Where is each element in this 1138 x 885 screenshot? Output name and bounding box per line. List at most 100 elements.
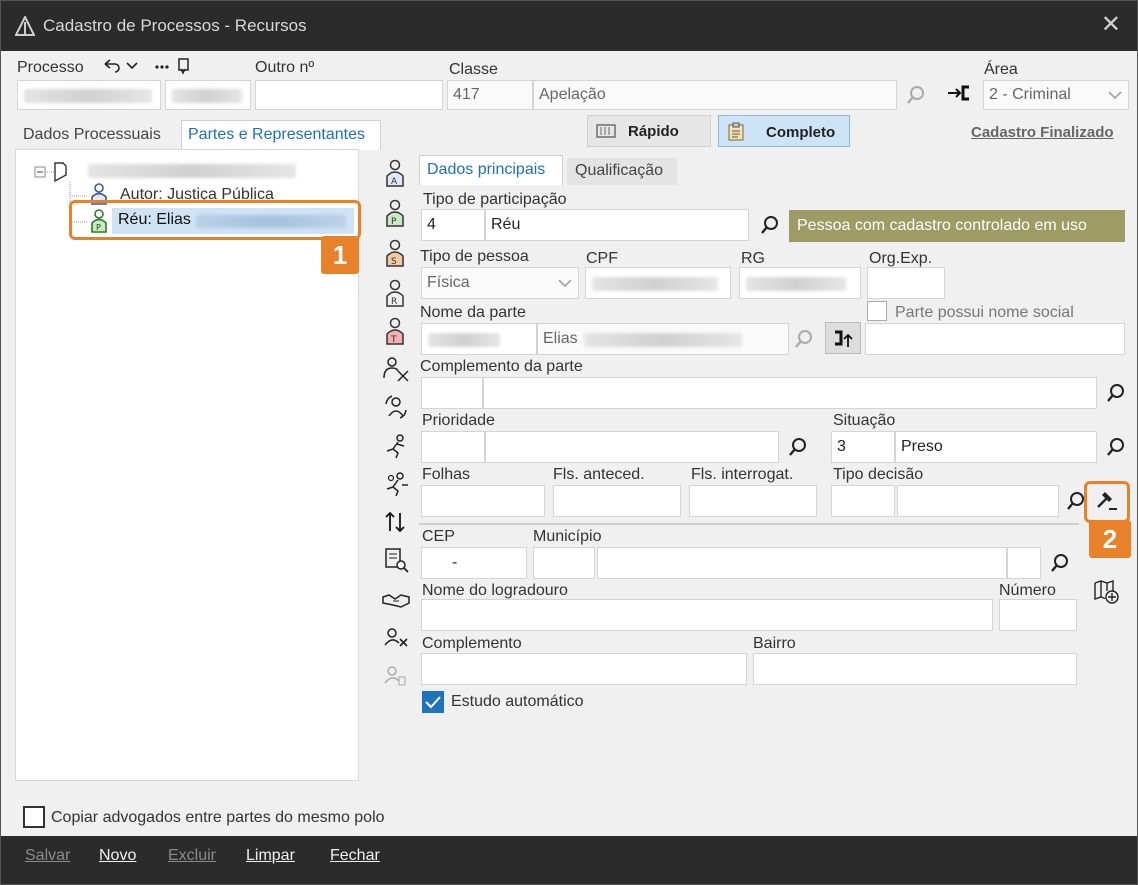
add-r-party-icon[interactable]: R: [384, 279, 406, 307]
tipo-participacao-search-icon[interactable]: [759, 214, 781, 236]
processo-suffix-field[interactable]: [165, 80, 251, 110]
subtab-qualificacao[interactable]: Qualificação: [567, 158, 677, 185]
handshake-icon[interactable]: [381, 589, 411, 611]
fls-interrog-field[interactable]: [689, 485, 817, 517]
fls-interrog-label: Fls. interrogat.: [691, 466, 794, 483]
footer-toolbar: Salvar Novo Excluir Limpar Fechar: [1, 836, 1137, 884]
complemento-parte-search-icon[interactable]: [1105, 382, 1127, 404]
classe-code-field[interactable]: 417: [447, 80, 533, 110]
nome-parte-search-icon[interactable]: [793, 328, 815, 350]
window-title: Cadastro de Processos - Recursos: [43, 16, 307, 35]
complemento-parte-label: Complemento da parte: [420, 358, 583, 375]
tab-dados-processuais[interactable]: Dados Processuais: [23, 126, 161, 144]
numero-field[interactable]: [999, 599, 1077, 631]
nome-parte-label: Nome da parte: [420, 304, 526, 321]
form-icon: [728, 122, 744, 141]
close-icon[interactable]: ✕: [1101, 13, 1121, 37]
subtab-dados-principais[interactable]: Dados principais: [419, 155, 563, 185]
situacao-value[interactable]: Preso: [895, 431, 1097, 463]
bairro-field[interactable]: [753, 653, 1077, 685]
tipo-decisao-label: Tipo decisão: [833, 466, 924, 483]
cpf-field[interactable]: [585, 267, 731, 299]
swap-party-icon[interactable]: [382, 394, 410, 420]
classe-name-field[interactable]: Apelação: [533, 80, 897, 110]
svg-text:A: A: [391, 177, 398, 187]
situacao-search-icon[interactable]: [1105, 436, 1127, 458]
tipo-pessoa-value: Física: [427, 274, 470, 291]
fechar-button[interactable]: Fechar: [330, 847, 380, 865]
estudo-automatico-checkbox[interactable]: [422, 691, 444, 713]
cep-field[interactable]: -: [421, 547, 527, 579]
completo-button[interactable]: Completo: [718, 115, 850, 147]
area-label: Área: [984, 61, 1018, 78]
municipio-search-icon[interactable]: [1049, 552, 1071, 574]
nome-parte-code[interactable]: [421, 323, 537, 355]
tipo-decisao-code[interactable]: [831, 485, 895, 517]
complemento-parte-code[interactable]: [421, 377, 483, 409]
tipo-pessoa-select[interactable]: Física: [421, 267, 579, 299]
complemento-parte-field[interactable]: [483, 377, 1097, 409]
rg-field[interactable]: [739, 267, 861, 299]
processo-toolbar-icons[interactable]: [101, 57, 189, 75]
processo-number-field[interactable]: [17, 80, 161, 110]
municipio-field[interactable]: [597, 547, 1007, 579]
prioridade-code[interactable]: [421, 431, 485, 463]
prioridade-label: Prioridade: [422, 412, 495, 429]
area-value: 2 - Criminal: [989, 86, 1071, 103]
running-person-icon[interactable]: [382, 433, 410, 459]
app-logo-icon: [15, 16, 35, 36]
tipo-decisao-field[interactable]: [897, 485, 1059, 517]
municipio-label: Município: [533, 528, 602, 545]
tipo-participacao-code[interactable]: 4: [421, 209, 485, 241]
nome-social-checkbox[interactable]: [867, 301, 887, 321]
cadastro-finalizado-link[interactable]: Cadastro Finalizado: [971, 124, 1114, 141]
municipio-code[interactable]: [533, 547, 595, 579]
complemento-field[interactable]: [421, 653, 747, 685]
nome-parte-upload-button[interactable]: [825, 322, 861, 354]
sort-arrows-icon[interactable]: [384, 511, 406, 533]
uf-field[interactable]: [1007, 547, 1041, 579]
document-search-icon[interactable]: [383, 547, 409, 573]
salvar-button[interactable]: Salvar: [25, 847, 70, 865]
remove-party-icon[interactable]: [382, 356, 410, 382]
tipo-participacao-value[interactable]: Réu: [485, 209, 749, 241]
cpf-label: CPF: [586, 250, 618, 267]
area-select[interactable]: 2 - Criminal: [983, 80, 1129, 110]
situacao-code[interactable]: 3: [831, 431, 895, 463]
classe-label: Classe: [449, 61, 498, 78]
remove-user-icon[interactable]: [383, 627, 409, 649]
prioridade-search-icon[interactable]: [787, 436, 809, 458]
processo-label: Processo: [17, 59, 84, 76]
novo-button[interactable]: Novo: [99, 847, 136, 865]
classe-search-icon[interactable]: [905, 84, 927, 106]
gavel-icon[interactable]: [1095, 489, 1119, 513]
area-link-icon[interactable]: [947, 85, 971, 101]
svg-text:T: T: [390, 335, 397, 345]
add-t-party-icon[interactable]: T: [384, 317, 406, 345]
nome-social-field[interactable]: [865, 323, 1125, 355]
fls-anteced-label: Fls. anteced.: [553, 466, 645, 483]
copiar-advogados-checkbox[interactable]: [23, 806, 45, 828]
add-reu-icon[interactable]: P: [384, 199, 406, 227]
logradouro-field[interactable]: [421, 599, 993, 631]
completo-label: Completo: [766, 124, 836, 141]
limpar-button[interactable]: Limpar: [246, 847, 295, 865]
prioridade-field[interactable]: [485, 431, 779, 463]
nome-parte-field[interactable]: Elias: [537, 323, 789, 355]
tree-root-node-icon[interactable]: [34, 162, 68, 182]
group-running-icon[interactable]: [382, 471, 410, 497]
tipo-participacao-label: Tipo de participação: [423, 191, 567, 208]
add-s-party-icon[interactable]: S: [384, 239, 406, 267]
folhas-field[interactable]: [421, 485, 545, 517]
fls-anteced-field[interactable]: [553, 485, 681, 517]
add-autor-icon[interactable]: A: [384, 159, 406, 187]
orgexp-field[interactable]: [867, 267, 945, 299]
rapido-button[interactable]: Rápido: [587, 115, 711, 147]
add-map-icon[interactable]: [1093, 579, 1121, 605]
svg-text:P: P: [391, 217, 397, 227]
excluir-button[interactable]: Excluir: [168, 847, 216, 865]
folhas-label: Folhas: [422, 466, 471, 483]
subtab-principais-label: Dados principais: [427, 161, 546, 178]
outro-numero-field[interactable]: [255, 80, 443, 110]
tab-partes-active[interactable]: Partes e Representantes: [181, 120, 381, 150]
